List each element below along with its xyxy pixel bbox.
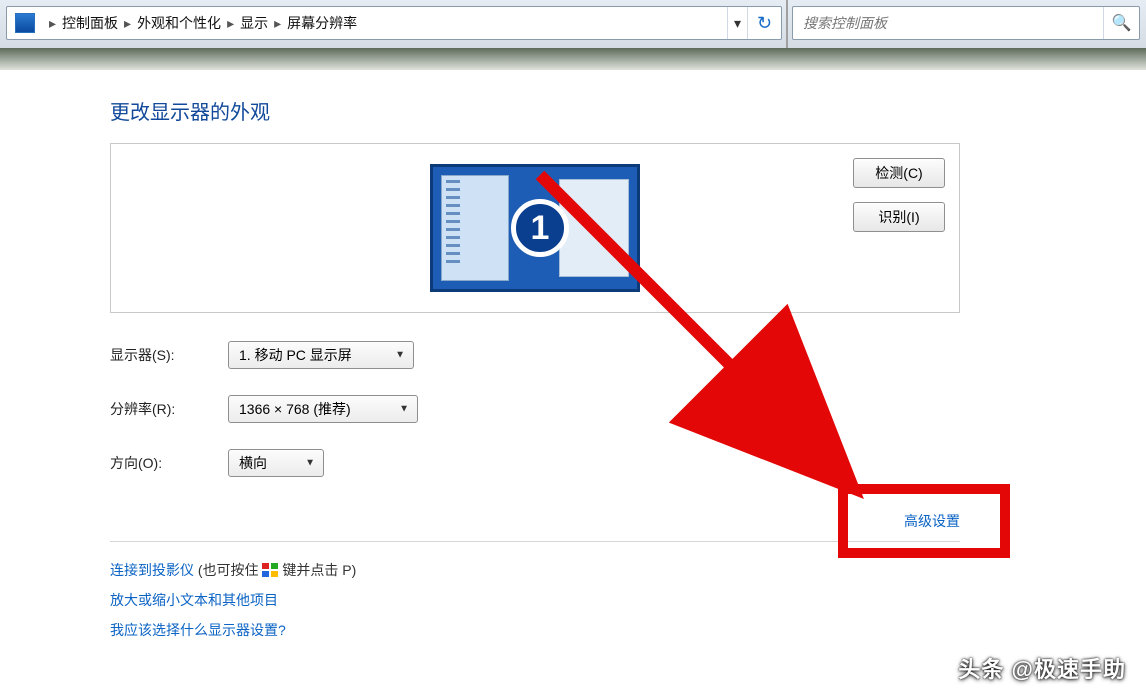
which-display-link[interactable]: 我应该选择什么显示器设置? [110,620,1146,640]
identify-button[interactable]: 识别(I) [853,202,945,232]
control-panel-icon [15,13,35,33]
search-input[interactable] [793,15,1103,31]
breadcrumb-display[interactable]: 显示 [240,13,268,33]
divider [110,541,960,542]
breadcrumb-resolution[interactable]: 屏幕分辨率 [287,13,357,33]
display-dropdown[interactable]: 1. 移动 PC 显示屏 [228,341,414,369]
window-chrome: ▸ 控制面板 ▸ 外观和个性化 ▸ 显示 ▸ 屏幕分辨率 ▾ ↻ 🔍 [0,0,1146,48]
chevron-right-icon: ▸ [227,15,234,32]
search-bar: 🔍 [792,6,1140,40]
breadcrumb-root[interactable]: 控制面板 [62,13,118,33]
display-preview-box: 1 检测(C) 识别(I) [110,143,960,313]
orientation-value: 横向 [239,455,267,471]
chevron-right-icon: ▸ [124,15,131,32]
search-bar-container: 🔍 [788,0,1146,48]
monitor-thumbnail-right [559,179,629,277]
address-dropdown-icon[interactable]: ▾ [727,7,747,39]
projector-hint-b: 键并点击 P) [282,562,356,578]
orientation-dropdown[interactable]: 横向 [228,449,324,477]
window-border [0,48,1146,70]
address-bar[interactable]: ▸ 控制面板 ▸ 外观和个性化 ▸ 显示 ▸ 屏幕分辨率 ▾ ↻ [6,6,782,40]
monitor-number-badge: 1 [511,199,569,257]
address-bar-container: ▸ 控制面板 ▸ 外观和个性化 ▸ 显示 ▸ 屏幕分辨率 ▾ ↻ [0,0,788,48]
windows-key-icon [262,563,278,577]
chevron-right-icon: ▸ [274,15,281,32]
monitor-thumbnail-left [441,175,509,281]
resolution-dropdown[interactable]: 1366 × 768 (推荐) [228,395,418,423]
text-size-link[interactable]: 放大或缩小文本和其他项目 [110,590,1146,610]
projector-link[interactable]: 连接到投影仪 (也可按住 键并点击 P) [110,560,1146,580]
orientation-label: 方向(O): [110,453,228,473]
content-panel: 更改显示器的外观 1 检测(C) 识别(I) 显示器(S): 1. 移动 PC … [0,70,1146,696]
detect-button[interactable]: 检测(C) [853,158,945,188]
search-icon[interactable]: 🔍 [1103,7,1139,39]
monitor-preview[interactable]: 1 [430,164,640,292]
refresh-icon[interactable]: ↻ [747,7,781,39]
breadcrumb-appearance[interactable]: 外观和个性化 [137,13,221,33]
related-links: 连接到投影仪 (也可按住 键并点击 P) 放大或缩小文本和其他项目 我应该选择什… [110,560,1146,640]
watermark-text: 头条 @极速手助 [958,652,1126,684]
projector-link-text: 连接到投影仪 [110,562,194,578]
display-value: 1. 移动 PC 显示屏 [239,347,352,363]
advanced-settings-row: 高级设置 [110,511,960,531]
page-title: 更改显示器的外观 [110,96,1146,125]
display-label: 显示器(S): [110,345,228,365]
chevron-right-icon: ▸ [49,15,56,32]
settings-form: 显示器(S): 1. 移动 PC 显示屏 分辨率(R): 1366 × 768 … [110,341,1146,477]
advanced-settings-link[interactable]: 高级设置 [904,513,960,529]
resolution-label: 分辨率(R): [110,399,228,419]
resolution-value: 1366 × 768 (推荐) [239,401,351,417]
projector-hint-a: (也可按住 [198,562,263,578]
